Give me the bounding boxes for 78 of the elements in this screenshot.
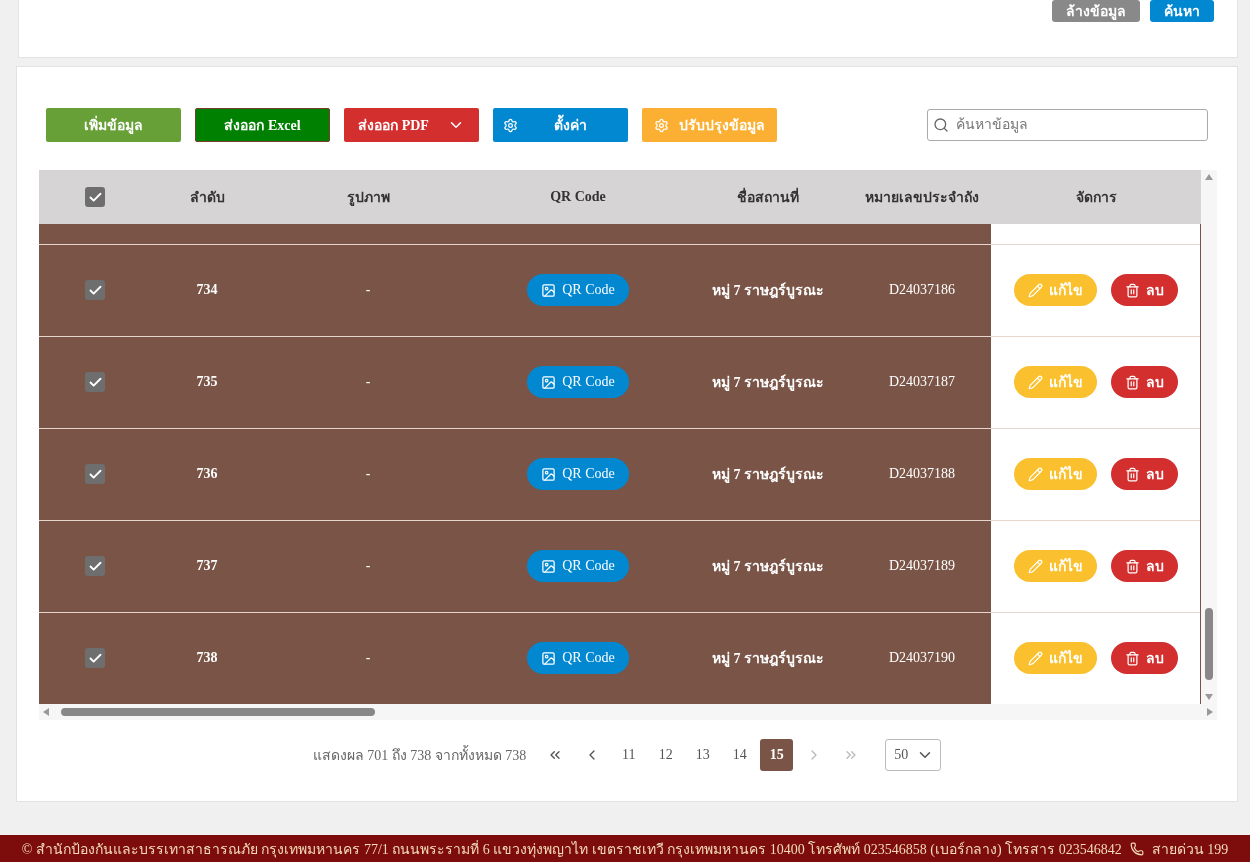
pencil-icon bbox=[1027, 466, 1043, 482]
table-cell: 734 bbox=[196, 282, 218, 297]
delete-button[interactable]: ลบ bbox=[1110, 274, 1178, 306]
clear-button[interactable]: ล้างข้อมูล bbox=[1052, 0, 1140, 22]
gear-icon bbox=[503, 117, 518, 133]
qr-code-button[interactable]: QR Code bbox=[527, 366, 629, 398]
table-cell: D24037189 bbox=[888, 558, 956, 573]
export-excel-button[interactable]: ส่งออก Excel bbox=[195, 108, 330, 142]
pagination-summary: แสดงผล 701 ถึง 738 จากทั้งหมด 738 bbox=[312, 744, 527, 766]
table-cell: 738 bbox=[196, 650, 218, 666]
delete-button[interactable]: ลบ bbox=[1110, 642, 1178, 675]
export-pdf-button[interactable]: ส่งออก PDF bbox=[344, 108, 479, 142]
image-icon bbox=[541, 466, 557, 482]
horizontal-scrollbar[interactable] bbox=[39, 704, 1217, 720]
table-cell: D24037188 bbox=[888, 466, 956, 481]
qr-code-button[interactable]: QR Code bbox=[527, 458, 629, 490]
image-icon bbox=[541, 650, 557, 666]
table-cell: D24037186 bbox=[888, 282, 956, 297]
table-cell: - bbox=[365, 282, 371, 297]
delete-button[interactable]: ลบ bbox=[1110, 458, 1178, 490]
image-icon bbox=[541, 558, 557, 574]
column-header: รูปภาพ bbox=[346, 190, 390, 205]
pencil-icon bbox=[1027, 374, 1043, 390]
pencil-icon bbox=[1027, 282, 1043, 298]
table-cell: 735 bbox=[196, 374, 218, 389]
qr-code-button[interactable]: QR Code bbox=[527, 550, 629, 582]
row-checkbox[interactable] bbox=[85, 464, 105, 484]
row-checkbox[interactable] bbox=[85, 280, 105, 300]
page-button[interactable]: 14 bbox=[723, 739, 757, 771]
page-button[interactable]: 15 bbox=[760, 739, 794, 771]
qr-code-button[interactable]: QR Code bbox=[527, 274, 629, 306]
hotline-text: สายด่วน 199 bbox=[1151, 840, 1229, 859]
table-cell: หมู่ 7 ราษฎร์บูรณะ bbox=[712, 283, 824, 298]
delete-button[interactable]: ลบ bbox=[1110, 366, 1178, 398]
table-cell: หมู่ 7 ราษฎร์บูรณะ bbox=[712, 559, 824, 574]
trash-icon bbox=[1124, 466, 1140, 482]
page-button[interactable]: 13 bbox=[686, 739, 720, 771]
phone-icon bbox=[1129, 841, 1144, 856]
column-header: หมายเลขประจำถัง bbox=[865, 190, 979, 205]
page-size-select[interactable]: 50 bbox=[885, 739, 942, 771]
trash-icon bbox=[1124, 282, 1140, 298]
search-button[interactable]: ค้นหา bbox=[1150, 0, 1214, 22]
search-field[interactable]: ค้นหาข้อมูล bbox=[927, 109, 1208, 141]
table-cell: - bbox=[365, 650, 371, 666]
page-button[interactable]: 11 bbox=[612, 739, 646, 771]
settings-button[interactable]: ตั้งค่า bbox=[493, 108, 628, 142]
table-cell: หมู่ 7 ราษฎร์บูรณะ bbox=[712, 375, 824, 390]
table-cell: 736 bbox=[196, 466, 218, 481]
trash-icon bbox=[1124, 650, 1140, 666]
delete-button[interactable]: ลบ bbox=[1110, 550, 1178, 582]
table-cell: D24037190 bbox=[888, 650, 956, 666]
row-checkbox[interactable] bbox=[85, 372, 105, 392]
table-cell: - bbox=[365, 558, 371, 573]
table-cell: - bbox=[365, 466, 371, 481]
page-button[interactable]: 12 bbox=[649, 739, 683, 771]
search-icon bbox=[933, 117, 949, 133]
column-header: QR Code bbox=[550, 189, 606, 204]
row-checkbox[interactable] bbox=[85, 556, 105, 576]
table-cell: D24037187 bbox=[888, 374, 956, 389]
qr-code-button[interactable]: QR Code bbox=[527, 642, 629, 675]
pencil-icon bbox=[1027, 558, 1043, 574]
trash-icon bbox=[1124, 374, 1140, 390]
trash-icon bbox=[1124, 558, 1140, 574]
table-cell: - bbox=[365, 374, 371, 389]
table-cell: หมู่ 7 ราษฎร์บูรณะ bbox=[712, 651, 824, 667]
row-checkbox[interactable] bbox=[85, 648, 105, 669]
vertical-scrollbar[interactable] bbox=[1201, 170, 1217, 704]
table-cell: หมู่ 7 ราษฎร์บูรณะ bbox=[712, 467, 824, 482]
footer-text: © สำนักป้องกันและบรรเทาสาธารณภัย กรุงเทพมหานคร 77/1 ถนนพระรามที่ 6 แขวงทุ่งพญาไท เขตราชเทวี กรุงเทพมหานคร 10400 โทรศัพท์ 023546858 (เบอร์กลาง) โทรสาร 023546842 bbox=[21, 839, 1122, 860]
table-cell: 737 bbox=[196, 558, 218, 573]
add-button[interactable]: เพิ่มข้อมูล bbox=[46, 108, 181, 142]
gear-icon bbox=[654, 117, 669, 133]
column-header: จัดการ bbox=[1075, 190, 1117, 205]
pencil-icon bbox=[1027, 650, 1043, 666]
column-header: ลำดับ bbox=[189, 190, 225, 205]
image-icon bbox=[541, 282, 557, 298]
image-icon bbox=[541, 374, 557, 390]
select-all-checkbox[interactable] bbox=[85, 187, 105, 207]
